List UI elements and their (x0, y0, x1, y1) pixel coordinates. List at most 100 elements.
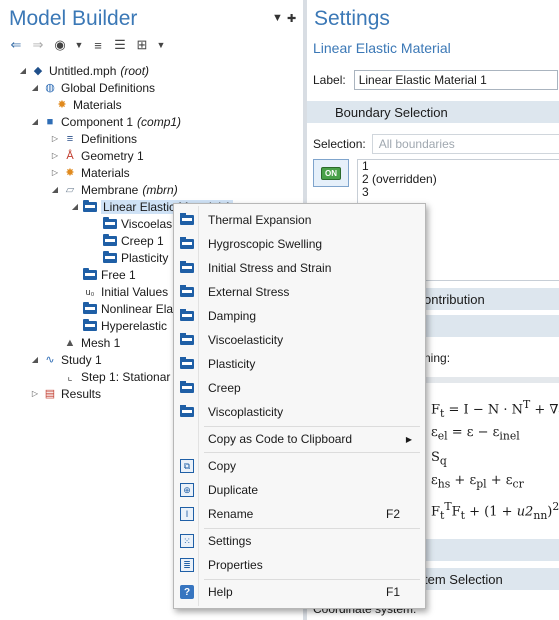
collapse-icon[interactable]: ◢ (70, 202, 80, 211)
list-item[interactable]: 2 (overridden) (358, 173, 559, 186)
tree-item-membrane[interactable]: ◢ ▱ Membrane (mbrn) (50, 181, 178, 198)
folder-icon (83, 199, 97, 214)
tree-item-plasticity[interactable]: Plasticity (103, 249, 168, 266)
menu-item-initial-stress-strain[interactable]: Initial Stress and Strain (176, 257, 422, 279)
tree-item-step[interactable]: ⌞ Step 1: Stationar (63, 368, 170, 385)
settings-icon: ⁙ (176, 534, 198, 548)
collapse-icon[interactable]: ◢ (30, 117, 40, 126)
show-dropdown-icon[interactable]: ▼ (74, 37, 84, 53)
label-caption: Label: (313, 73, 346, 87)
tree-item-mesh[interactable]: ▲ Mesh 1 (63, 334, 121, 351)
menu-item-copy[interactable]: ⧉ Copy (176, 455, 422, 477)
folder-icon (176, 285, 198, 297)
tree-item-geometry[interactable]: ▷ Å Geometry 1 (50, 147, 144, 164)
study-icon: ∿ (45, 354, 55, 366)
menu-separator (204, 579, 420, 580)
menu-item-rename[interactable]: I Rename F2 (176, 503, 422, 525)
list-item[interactable]: 3 (358, 186, 559, 199)
menu-item-help[interactable]: ? Help F1 (176, 581, 422, 603)
model-root-icon: ◆ (33, 65, 43, 77)
menu-item-viscoplasticity[interactable]: Viscoplasticity (176, 401, 422, 423)
view-dropdown-icon[interactable]: ▼ (156, 37, 166, 53)
tree-item-results[interactable]: ▷ ▤ Results (30, 385, 101, 402)
inelastic-strain-equation: εhs + εpl + εcr (431, 473, 524, 491)
folder-icon (176, 381, 198, 393)
pane-menu-icon[interactable]: ▼ (272, 12, 283, 24)
strain-term: Sq (431, 450, 447, 468)
partial-text: ning: (424, 351, 451, 365)
menu-item-hygroscopic-swelling[interactable]: Hygroscopic Swelling (176, 233, 422, 255)
tree-item-hyperelastic[interactable]: Hyperelastic (83, 317, 167, 334)
tree-item-free[interactable]: Free 1 (83, 266, 136, 283)
menu-item-copy-as-code[interactable]: Copy as Code to Clipboard ▶ (176, 428, 422, 450)
tree-item-definitions[interactable]: ▷ ≡ Definitions (50, 130, 137, 147)
menu-item-plasticity[interactable]: Plasticity (176, 353, 422, 375)
initial-values-icon: u₀ (85, 286, 95, 297)
collapse-icon[interactable]: ◢ (50, 185, 60, 194)
collapse-all-icon[interactable]: ≡ (90, 37, 106, 53)
folder-icon (176, 333, 198, 345)
folder-icon (83, 301, 97, 316)
contribution-title: ontribution (424, 291, 485, 307)
copy-icon: ⧉ (176, 459, 198, 473)
collapse-icon[interactable]: ◢ (18, 66, 28, 75)
folder-icon (103, 250, 117, 265)
menu-item-external-stress[interactable]: External Stress (176, 281, 422, 303)
collapse-icon[interactable]: ◢ (30, 355, 40, 364)
folder-icon (176, 405, 198, 417)
menu-separator (204, 528, 420, 529)
boundary-selection-section[interactable]: Boundary Selection (307, 101, 559, 123)
expand-icon[interactable]: ▷ (50, 151, 60, 160)
globe-icon: ◍ (45, 82, 55, 94)
menu-item-properties[interactable]: ≣ Properties (176, 554, 422, 576)
menu-item-viscoelasticity[interactable]: Viscoelasticity (176, 329, 422, 351)
expand-icon[interactable]: ▷ (50, 168, 60, 177)
expand-icon[interactable]: ▷ (30, 389, 40, 398)
tree-item-initial-values[interactable]: u₀ Initial Values (83, 283, 169, 300)
materials-icon: ✸ (57, 99, 67, 111)
tree-item-creep[interactable]: Creep 1 (103, 232, 164, 249)
folder-icon (176, 261, 198, 273)
back-icon[interactable]: ⇐ (8, 37, 24, 53)
coordinate-section-title: tem Selection (424, 571, 503, 587)
selection-caption: Selection: (313, 137, 366, 151)
menu-item-thermal-expansion[interactable]: Thermal Expansion (176, 209, 422, 231)
selection-dropdown[interactable]: All boundaries (371, 134, 559, 154)
tree-item-global-materials[interactable]: ✸ Materials (55, 96, 121, 113)
toggle-on-icon: ON (321, 166, 341, 180)
forward-icon[interactable]: ⇒ (30, 37, 46, 53)
expand-icon[interactable]: ▷ (50, 134, 60, 143)
tree-item-root[interactable]: ◢ ◆ Untitled.mph (root) (18, 62, 149, 79)
expand-all-icon[interactable]: ☰ (112, 37, 128, 53)
folder-icon (176, 213, 198, 225)
mesh-icon: ▲ (64, 336, 76, 349)
tree-item-study[interactable]: ◢ ∿ Study 1 (30, 351, 102, 368)
menu-item-duplicate[interactable]: ⊕ Duplicate (176, 479, 422, 501)
menu-item-damping[interactable]: Damping (176, 305, 422, 327)
folder-icon (83, 318, 97, 333)
tree-item-component[interactable]: ◢ ■ Component 1 (comp1) (30, 113, 181, 130)
collapse-icon[interactable]: ◢ (30, 83, 40, 92)
equation-header-bar (424, 377, 559, 383)
properties-icon: ≣ (176, 558, 198, 572)
tree-item-nonlinear-elastic[interactable]: Nonlinear Ela (83, 300, 173, 317)
tree-item-viscoelasticity[interactable]: Viscoelas (103, 215, 172, 232)
settings-title: Settings (314, 7, 390, 30)
tree-item-global-definitions[interactable]: ◢ ◍ Global Definitions (30, 79, 155, 96)
definitions-icon: ≡ (66, 132, 74, 145)
menu-separator (204, 426, 420, 427)
menu-separator (204, 452, 420, 453)
active-toggle-button[interactable]: ON (313, 159, 349, 187)
show-icon[interactable]: ◉ (52, 37, 68, 53)
menu-item-settings[interactable]: ⁙ Settings (176, 530, 422, 552)
pin-icon[interactable]: ✚ (287, 12, 296, 25)
materials-icon: ✸ (65, 167, 75, 179)
component-icon: ■ (46, 115, 54, 128)
tree-item-materials[interactable]: ▷ ✸ Materials (50, 164, 130, 181)
label-input[interactable]: Linear Elastic Material 1 (353, 70, 558, 90)
view-options-icon[interactable]: ⊞ (134, 37, 150, 53)
menu-item-creep[interactable]: Creep (176, 377, 422, 399)
step-icon: ⌞ (67, 371, 73, 383)
folder-icon (176, 237, 198, 249)
shortcut-label: F2 (385, 507, 400, 521)
